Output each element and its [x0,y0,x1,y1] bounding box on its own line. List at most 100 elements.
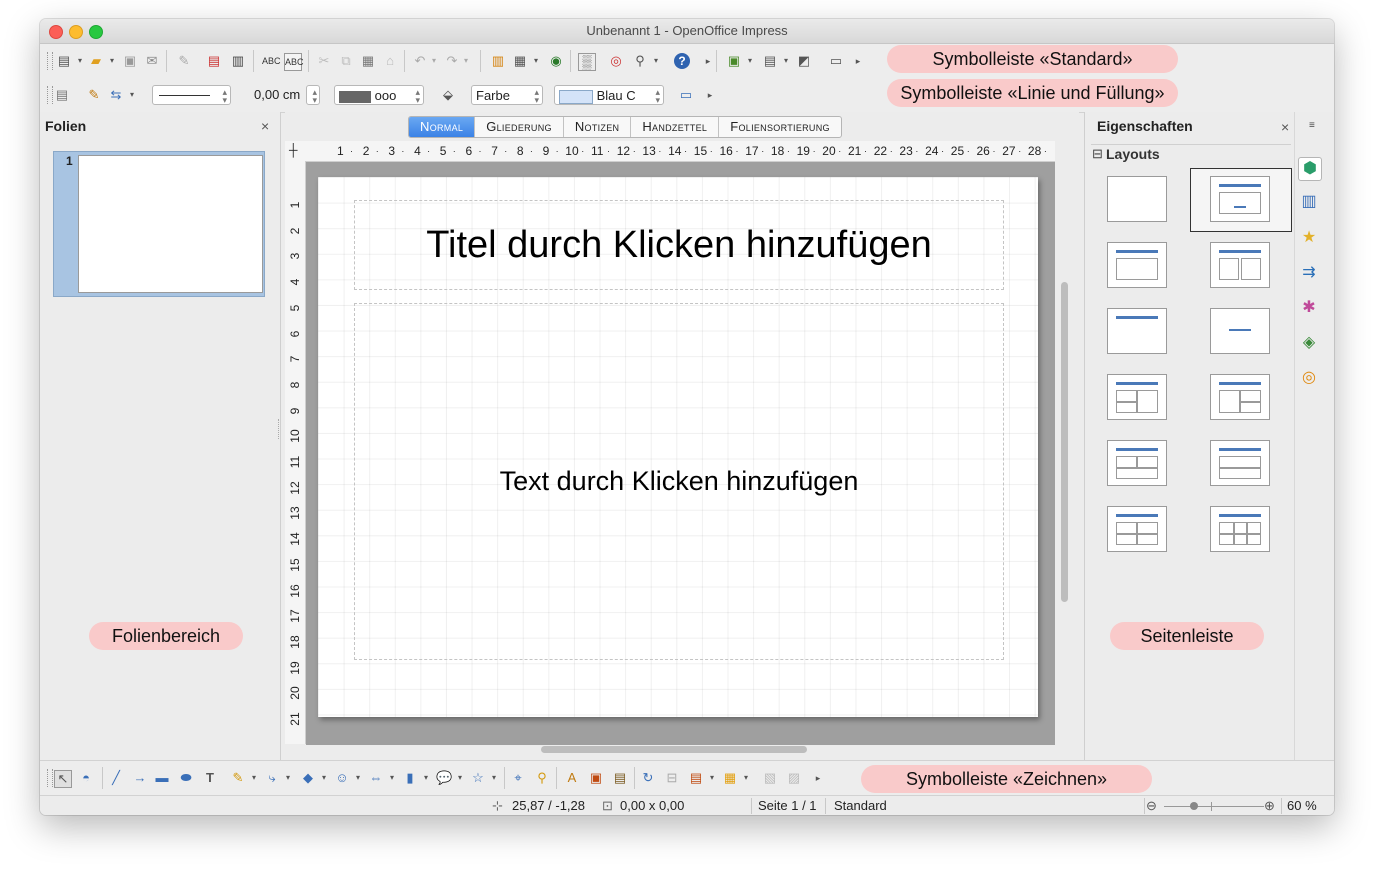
line-icon[interactable]: ✎ [86,87,102,103]
connector-dropdown-icon[interactable]: ▾ [280,770,296,786]
slide-thumbnail-selected[interactable]: 1 [53,151,265,297]
basic-shapes-icon[interactable]: ◆ [300,770,316,786]
basic-shapes-dropdown-icon[interactable]: ▾ [316,770,332,786]
zoom-dropdown-icon[interactable]: ▾ [648,53,664,69]
close-icon[interactable]: × [261,118,269,134]
toolbar-grip-icon[interactable] [47,52,53,70]
tab-gliederung[interactable]: Gliederung [475,117,564,137]
chart-icon[interactable]: ▥ [490,53,506,69]
fontwork-icon[interactable]: A [564,770,580,786]
tab-foliensortierung[interactable]: Foliensortierung [719,117,841,137]
slide-add-dropdown-icon[interactable]: ▾ [742,53,758,69]
clone-format-icon[interactable]: ⌂ [382,53,398,69]
layout-title-2-content-right[interactable] [1210,374,1270,420]
zoom-level[interactable]: 60 % [1287,798,1317,813]
toolbar-overflow-icon[interactable]: ▸ [700,53,716,69]
toolbar-grip-icon[interactable] [47,769,53,787]
content-placeholder[interactable]: Text durch Klicken hinzufügen [354,303,1004,660]
layout-title-content[interactable] [1107,242,1167,288]
area-icon[interactable]: ⬙ [440,87,456,103]
callouts-icon[interactable]: 💬 [436,770,452,786]
edit-file-icon[interactable]: ✎ [176,53,192,69]
layout-title-only[interactable] [1107,308,1167,354]
ruler-origin-icon[interactable]: ┼ [289,143,298,157]
tab-notizen[interactable]: Notizen [564,117,632,137]
print-icon[interactable]: ▥ [230,53,246,69]
arrange-dropdown-icon[interactable]: ▾ [704,770,720,786]
display-grid-icon[interactable]: ◉ [548,53,564,69]
layout-centered-text[interactable] [1210,308,1270,354]
line-icon[interactable]: ╱ [108,770,124,786]
title-placeholder[interactable]: Titel durch Klicken hinzufügen [354,200,1004,290]
extrusion-dropdown-icon[interactable]: ▾ [738,770,754,786]
master-page-name[interactable]: Standard [834,798,887,813]
arrow-style-icon[interactable]: ⇆ [108,87,124,103]
slide[interactable]: Titel durch Klicken hinzufügen Text durc… [318,177,1038,717]
horizontal-scrollbar[interactable] [541,746,807,753]
redo-dropdown-icon[interactable]: ▾ [458,53,474,69]
connector-icon[interactable]: ⤷ [264,770,280,786]
layout-title-6-content[interactable] [1210,506,1270,552]
extrusion-icon[interactable]: ▦ [722,770,738,786]
arrow-style-dropdown-icon[interactable]: ▾ [124,87,140,103]
new-dropdown-icon[interactable]: ▾ [72,53,88,69]
gallery-deck-icon[interactable]: ◈ [1298,332,1320,354]
block-arrows-icon[interactable]: ⇔ [368,770,384,786]
collapse-icon[interactable]: ⊟ [1092,146,1103,162]
vertical-scrollbar[interactable] [1061,282,1068,602]
spellcheck-icon[interactable]: ABC [262,53,281,69]
flowchart-dropdown-icon[interactable]: ▾ [418,770,434,786]
glue-points-icon[interactable]: ⚲ [534,770,550,786]
grid-icon[interactable]: ▒ [578,53,596,71]
open-icon[interactable]: ▰ [88,53,104,69]
layout-title-2-rows[interactable] [1210,440,1270,486]
arrow-icon[interactable]: → [132,770,148,786]
line-width-stepper[interactable]: ▴ ▾ [306,85,320,105]
styles-deck-icon[interactable]: ✱ [1298,297,1320,319]
horizontal-ruler[interactable]: ┼ 1 · 2 · 3 · 4 · 5 · 6 · 7 · 8 · 9 · 10 · 11 · 12 · 13 · 14 · 15 · 16 ·… [285,141,1055,162]
area-style-select[interactable]: Farbe ▴ ▾ [471,85,543,105]
from-file-icon[interactable]: ▣ [588,770,604,786]
tab-normal[interactable]: Normal [409,117,476,137]
zoom-in-icon[interactable]: ⊕ [1264,798,1275,814]
slide-add-icon[interactable]: ▣ [726,53,742,69]
open-dropdown-icon[interactable]: ▾ [104,53,120,69]
navigator-deck-icon[interactable]: ◎ [1298,367,1320,389]
toolbar-overflow-icon[interactable]: ▸ [702,87,718,103]
curve-icon[interactable]: ◓ [78,770,94,786]
zoom-slider[interactable] [1164,806,1264,807]
slide-transition-deck-icon[interactable]: ⇉ [1298,262,1320,284]
master-pages-deck-icon[interactable]: ▥ [1298,191,1320,213]
slide-layout-icon[interactable]: ▤ [762,53,778,69]
toolbar-overflow-icon[interactable]: ▸ [810,770,826,786]
cut-icon[interactable]: ✂ [316,53,332,69]
symbol-shapes-dropdown-icon[interactable]: ▾ [350,770,366,786]
stars-icon[interactable]: ☆ [470,770,486,786]
curve-tool-icon[interactable]: ✎ [230,770,246,786]
splitter-handle[interactable] [278,419,282,439]
symbol-shapes-icon[interactable]: ☺ [334,770,350,786]
zoom-slider-thumb[interactable] [1190,802,1198,810]
toolbar-overflow-icon[interactable]: ▸ [850,53,866,69]
layout-blank[interactable] [1107,176,1167,222]
table-icon[interactable]: ▦ [512,53,528,69]
toolbar-grip-icon[interactable] [47,86,53,104]
block-arrows-dropdown-icon[interactable]: ▾ [384,770,400,786]
layout-title-2-content-left[interactable] [1107,374,1167,420]
help-icon[interactable]: ? [674,53,690,69]
slide-design-icon[interactable]: ◩ [796,53,812,69]
properties-deck-icon[interactable]: ⬢ [1298,157,1322,181]
tab-handzettel[interactable]: Handzettel [631,117,720,137]
new-icon[interactable]: ▤ [56,53,72,69]
ellipse-icon[interactable]: ⬬ [178,770,194,786]
shadow-icon[interactable]: ▧ [762,770,778,786]
save-icon[interactable]: ▣ [122,53,138,69]
gallery-icon[interactable]: ▤ [612,770,628,786]
autospellcheck-icon[interactable]: ABC [284,53,304,71]
undo-dropdown-icon[interactable]: ▾ [426,53,442,69]
callouts-dropdown-icon[interactable]: ▾ [452,770,468,786]
slide-thumbnail[interactable] [78,155,263,293]
copy-icon[interactable]: ⧉ [338,53,354,69]
layout-title-4-content[interactable] [1107,506,1167,552]
toggle-icon[interactable]: ▨ [786,770,802,786]
